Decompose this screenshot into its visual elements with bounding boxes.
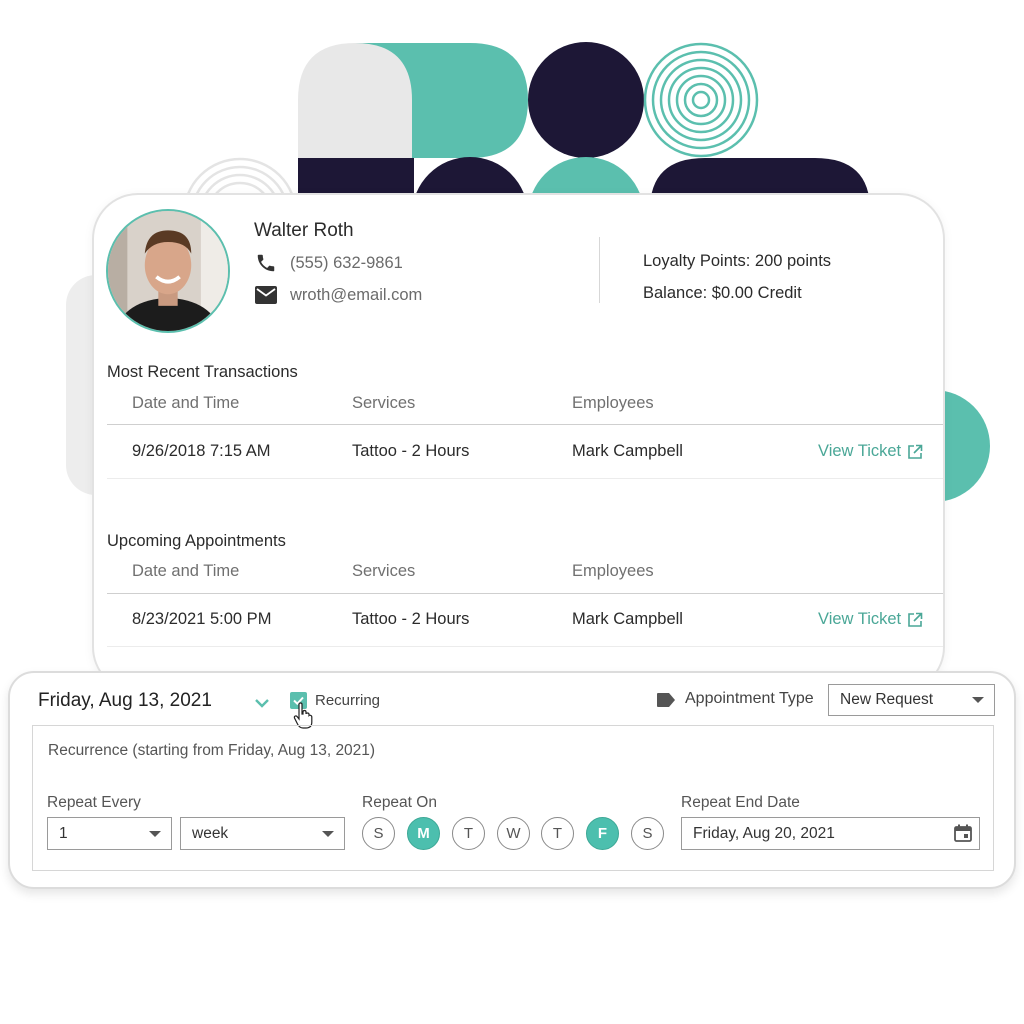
recurring-label: Recurring (315, 692, 381, 709)
table-divider (107, 646, 943, 647)
appointment-datetime: 8/23/2021 5:00 PM (132, 610, 272, 628)
dropdown-caret-icon (149, 830, 161, 837)
customer-avatar (106, 209, 230, 333)
appointment-employee: Mark Campbell (572, 610, 683, 628)
repeat-end-date-value: Friday, Aug 20, 2021 (693, 824, 835, 842)
repeat-every-select[interactable]: 1 (47, 817, 172, 850)
transactions-title: Most Recent Transactions (107, 363, 298, 381)
phone-icon (254, 251, 278, 275)
day-toggle-friday[interactable]: F (586, 817, 619, 850)
external-link-icon (907, 444, 923, 460)
external-link-icon (907, 612, 923, 628)
appointment-date: Friday, Aug 13, 2021 (38, 690, 212, 711)
customer-name: Walter Roth (254, 220, 354, 241)
column-header: Date and Time (132, 394, 240, 412)
column-header: Employees (572, 394, 654, 412)
appointments-title: Upcoming Appointments (107, 532, 286, 550)
transaction-service: Tattoo - 2 Hours (352, 442, 470, 460)
column-header: Employees (572, 562, 654, 580)
repeat-end-date-input[interactable]: Friday, Aug 20, 2021 (681, 817, 980, 850)
table-divider (107, 593, 943, 594)
day-toggle-sunday[interactable]: S (362, 817, 395, 850)
envelope-icon (254, 283, 278, 307)
day-toggle-monday[interactable]: M (407, 817, 440, 850)
recurrence-summary: Recurrence (starting from Friday, Aug 13… (48, 742, 376, 759)
repeat-on-label: Repeat On (362, 794, 437, 811)
view-ticket-label: View Ticket (818, 442, 902, 460)
transaction-datetime: 9/26/2018 7:15 AM (132, 442, 271, 460)
appointment-type-select[interactable]: New Request (828, 684, 995, 716)
loyalty-points: Loyalty Points: 200 points (643, 252, 832, 270)
dropdown-caret-icon (972, 697, 984, 703)
email-row: wroth@email.com (254, 283, 422, 307)
tag-icon (657, 693, 675, 707)
column-header: Services (352, 562, 416, 580)
repeat-unit-select[interactable]: week (180, 817, 345, 850)
appointment-service: Tattoo - 2 Hours (352, 610, 470, 628)
view-ticket-label: View Ticket (818, 610, 902, 628)
dropdown-caret-icon (322, 830, 334, 837)
table-divider (107, 424, 943, 425)
repeat-every-value: 1 (59, 824, 68, 842)
phone-row: (555) 632-9861 (254, 251, 403, 275)
repeat-every-label: Repeat Every (47, 794, 141, 811)
info-divider (599, 237, 600, 303)
column-header: Services (352, 394, 416, 412)
calendar-icon[interactable] (953, 823, 973, 843)
account-balance: Balance: $0.00 Credit (643, 284, 802, 302)
day-toggle-tuesday[interactable]: T (452, 817, 485, 850)
repeat-unit-value: week (192, 824, 229, 842)
repeat-end-date-label: Repeat End Date (681, 794, 800, 811)
day-toggle-thursday[interactable]: T (541, 817, 574, 850)
customer-photo-icon (108, 211, 228, 331)
customer-phone: (555) 632-9861 (290, 253, 403, 272)
chevron-down-icon[interactable] (252, 693, 272, 713)
table-divider (107, 478, 943, 479)
appointment-type-value: New Request (840, 691, 934, 708)
view-ticket-link[interactable]: View Ticket (818, 442, 923, 461)
customer-email: wroth@email.com (290, 285, 423, 304)
day-toggle-saturday[interactable]: S (631, 817, 664, 850)
view-ticket-link[interactable]: View Ticket (818, 610, 923, 629)
appointment-type-label: Appointment Type (685, 690, 814, 707)
day-toggle-wednesday[interactable]: W (497, 817, 530, 850)
transaction-employee: Mark Campbell (572, 442, 683, 460)
column-header: Date and Time (132, 562, 240, 580)
